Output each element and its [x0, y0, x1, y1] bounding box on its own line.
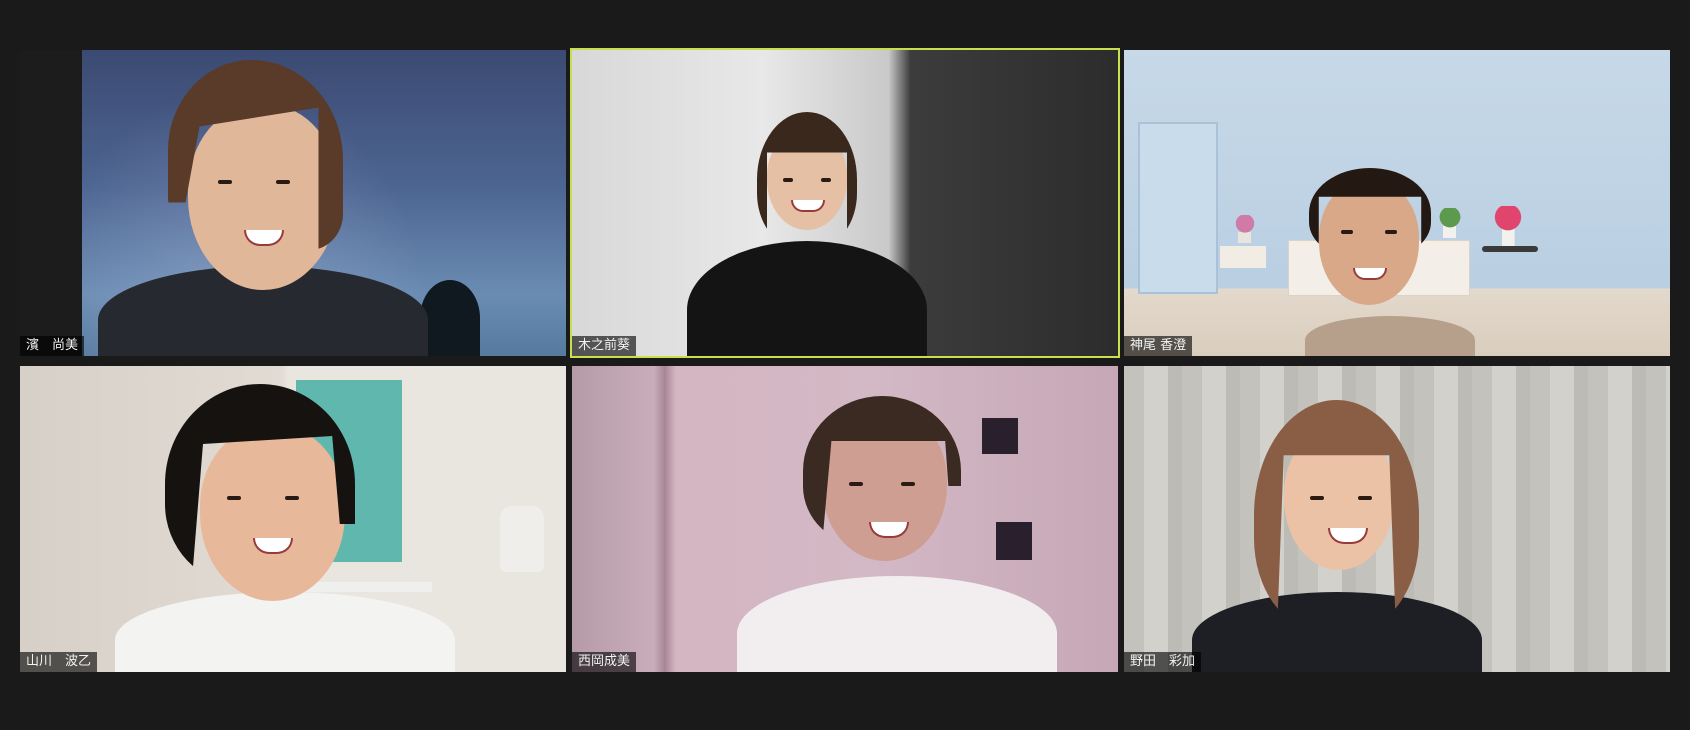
participant-name-label: 木之前葵	[572, 336, 637, 356]
video-tile-participant-2[interactable]: 木之前葵	[570, 48, 1120, 358]
participant-name-label: 濱 尚美	[20, 336, 85, 356]
participant-video-person	[1299, 50, 1519, 356]
participant-video-person	[98, 50, 458, 356]
participant-name-label: 野田 彩加	[1124, 652, 1202, 672]
participant-name-label: 山川 波乙	[20, 652, 98, 672]
participant-name-label: 神尾 香澄	[1124, 336, 1193, 356]
participant-name-label: 西岡成美	[572, 652, 637, 672]
video-tile-participant-5[interactable]: 西岡成美	[572, 366, 1118, 672]
flower-pot-icon	[1234, 215, 1256, 243]
participant-video-person	[737, 366, 1057, 672]
virtual-background-side-table	[1220, 246, 1266, 268]
participant-video-person	[115, 366, 475, 672]
participant-video-person	[1192, 366, 1492, 672]
kettle-icon	[500, 506, 544, 572]
video-tile-participant-6[interactable]: 野田 彩加	[1124, 366, 1670, 672]
video-tile-participant-1[interactable]: 濱 尚美	[20, 50, 566, 356]
video-tile-participant-4[interactable]: 山川 波乙	[20, 366, 566, 672]
video-tile-participant-3[interactable]: 神尾 香澄	[1124, 50, 1670, 356]
video-grid: 濱 尚美 木之前葵 神尾 香澄 山川 波乙 西岡成美 野田 彩加	[20, 48, 1670, 672]
virtual-background-door	[1138, 122, 1218, 294]
participant-video-person	[687, 50, 1047, 356]
